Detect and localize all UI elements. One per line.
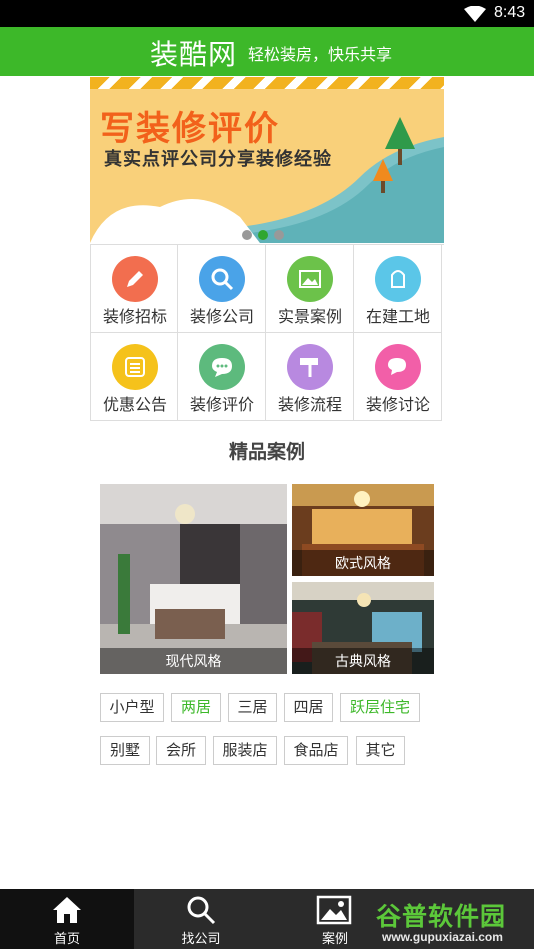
category-notice[interactable]: 优惠公告	[90, 333, 178, 421]
tag-item[interactable]: 服装店	[213, 736, 277, 765]
banner-title: 写装修评价	[100, 110, 280, 148]
pencil-icon	[112, 256, 158, 302]
watermark-url: www.gupuxiazai.com	[382, 930, 503, 944]
search-icon	[199, 256, 245, 302]
tag-item[interactable]: 三居	[228, 693, 277, 722]
search-icon	[187, 896, 216, 925]
app-logo: 装酷网	[150, 39, 238, 70]
app-header: 装酷网 轻松装房，快乐共享	[0, 27, 534, 76]
status-bar: 8:43	[0, 0, 534, 27]
tag-item[interactable]: 别墅	[100, 736, 150, 765]
pagination-dot[interactable]	[242, 230, 252, 240]
category-label: 装修招标	[102, 309, 167, 326]
tag-item[interactable]: 其它	[356, 736, 405, 765]
category-label: 实景案例	[277, 309, 342, 326]
category-label: 装修评价	[189, 397, 254, 414]
banner-subtitle: 真实点评公司分享装修经验	[104, 149, 332, 169]
category-bidding[interactable]: 装修招标	[90, 245, 178, 333]
category-sites[interactable]: 在建工地	[354, 245, 442, 333]
image-icon	[287, 256, 333, 302]
category-label: 优惠公告	[102, 397, 167, 414]
pagination-dot-active[interactable]	[258, 230, 268, 240]
category-review[interactable]: 装修评价	[178, 333, 266, 421]
wifi-icon	[464, 6, 486, 22]
watermark: 谷普软件园 www.gupuxiazai.com	[372, 889, 534, 949]
case-image	[100, 484, 287, 674]
tag-item[interactable]: 跃层住宅	[340, 693, 420, 722]
tab-home[interactable]: 首页	[0, 889, 134, 949]
category-cases[interactable]: 实景案例	[266, 245, 354, 333]
status-time: 8:43	[494, 4, 526, 21]
watermark-brand: 谷普软件园	[376, 903, 507, 931]
category-label: 装修公司	[189, 309, 254, 326]
building-icon	[375, 256, 421, 302]
category-label: 装修流程	[277, 397, 342, 414]
category-process[interactable]: 装修流程	[266, 333, 354, 421]
tag-item[interactable]: 会所	[156, 736, 206, 765]
pagination-dot[interactable]	[274, 230, 284, 240]
category-grid: 装修招标 装修公司 实景案例 在建工地 优惠公告 装修评价 装修流程 装修讨论	[90, 244, 444, 423]
case-classical[interactable]: 古典风格	[292, 582, 434, 674]
discuss-icon	[375, 344, 421, 390]
tag-item[interactable]: 四居	[284, 693, 333, 722]
app-slogan: 轻松装房，快乐共享	[248, 47, 393, 64]
home-icon	[53, 897, 81, 923]
case-modern[interactable]: 现代风格	[100, 484, 287, 674]
tag-item[interactable]: 食品店	[284, 736, 348, 765]
promo-banner[interactable]: 写装修评价 真实点评公司分享装修经验	[90, 77, 444, 243]
category-discussion[interactable]: 装修讨论	[354, 333, 442, 421]
tag-item[interactable]: 两居	[171, 693, 221, 722]
banner-pagination	[242, 225, 290, 244]
case-european[interactable]: 欧式风格	[292, 484, 434, 576]
category-label: 装修讨论	[365, 397, 430, 414]
section-title: 精品案例	[228, 442, 305, 463]
case-caption: 现代风格	[100, 648, 287, 674]
case-caption: 欧式风格	[292, 550, 434, 576]
category-label: 在建工地	[365, 309, 430, 326]
notice-icon	[112, 344, 158, 390]
tab-label: 找公司	[181, 931, 221, 946]
paint-roller-icon	[287, 344, 333, 390]
image-icon	[316, 895, 352, 925]
chat-icon	[199, 344, 245, 390]
case-caption: 古典风格	[292, 648, 434, 674]
tag-item[interactable]: 小户型	[100, 693, 164, 722]
tab-find-company[interactable]: 找公司	[134, 889, 268, 949]
category-company[interactable]: 装修公司	[178, 245, 266, 333]
tab-label: 首页	[53, 931, 80, 946]
